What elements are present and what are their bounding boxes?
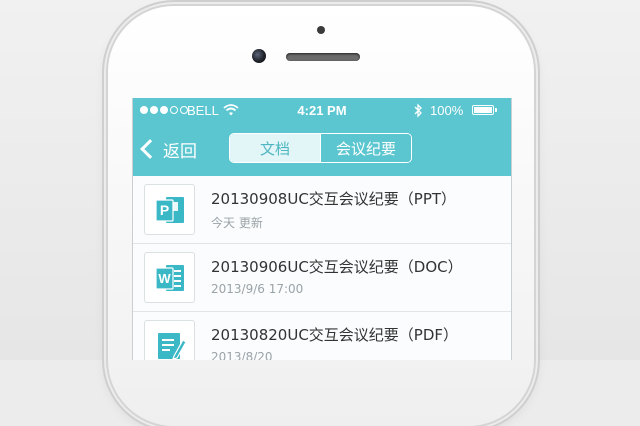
pdf-file-icon <box>144 320 195 360</box>
tab-meeting-minutes[interactable]: 会议纪要 <box>320 134 411 162</box>
tab-documents[interactable]: 文档 <box>230 134 320 162</box>
bluetooth-icon <box>414 103 422 118</box>
nav-header: BELL 4:21 PM 100% 返回 文档 会议纪要 <box>133 98 511 176</box>
file-meta: 2013/9/6 17:00 <box>211 282 304 296</box>
front-camera <box>252 49 266 63</box>
back-button[interactable]: 返回 <box>140 136 197 162</box>
list-item[interactable]: W 20130906UC交互会议纪要（DOC） 2013/9/6 17:00 <box>133 244 511 312</box>
list-item[interactable]: 20130820UC交互会议纪要（PDF） 2013/8/20 <box>133 312 511 360</box>
file-title: 20130906UC交互会议纪要（DOC） <box>211 258 463 276</box>
powerpoint-file-icon: P <box>144 184 195 235</box>
chevron-left-icon <box>140 139 160 159</box>
segmented-control: 文档 会议纪要 <box>229 133 412 163</box>
battery-icon <box>472 105 497 115</box>
word-file-icon: W <box>144 252 195 303</box>
svg-text:P: P <box>160 202 169 218</box>
battery-percentage: 100% <box>430 103 464 118</box>
back-label: 返回 <box>163 141 197 162</box>
svg-text:W: W <box>158 271 171 286</box>
earpiece-speaker <box>286 53 360 61</box>
proximity-sensor <box>317 26 325 34</box>
file-title: 20130820UC交互会议纪要（PDF） <box>211 326 459 344</box>
file-title: 20130908UC交互会议纪要（PPT） <box>211 190 457 208</box>
file-meta: 2013/8/20 <box>211 350 273 360</box>
status-bar: BELL 4:21 PM 100% <box>133 98 511 124</box>
file-meta: 今天 更新 <box>211 216 263 230</box>
app-screen: BELL 4:21 PM 100% 返回 文档 会议纪要 P 20130908U… <box>132 98 512 360</box>
file-list: P 20130908UC交互会议纪要（PPT） 今天 更新 W 20130906… <box>133 176 511 360</box>
list-item[interactable]: P 20130908UC交互会议纪要（PPT） 今天 更新 <box>133 176 511 244</box>
